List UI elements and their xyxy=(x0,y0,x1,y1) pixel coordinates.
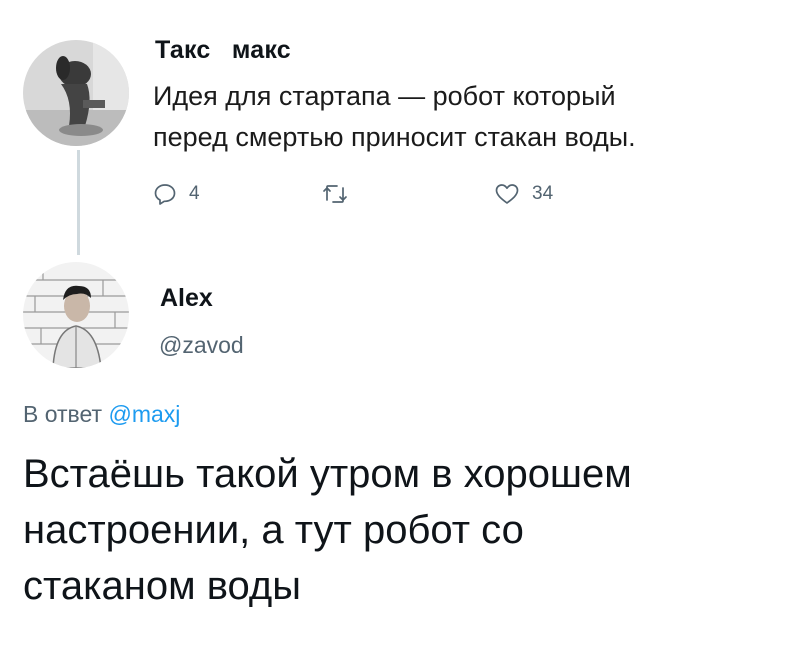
reply-to-line: В ответ @maxj xyxy=(23,401,180,428)
reply-to-mention-link[interactable]: @maxj xyxy=(108,401,180,427)
reply-text-line: Встаёшь такой утром в хорошем xyxy=(23,452,632,496)
reply-text-line: стаканом воды xyxy=(23,564,301,608)
reply-author-name[interactable]: Alex xyxy=(160,284,213,313)
reply-to-prefix: В ответ xyxy=(23,401,103,427)
person-avatar-icon xyxy=(23,262,129,368)
thread-line xyxy=(77,150,80,255)
author-name[interactable]: Такс макс xyxy=(155,36,291,65)
reply-count: 4 xyxy=(189,183,200,204)
dog-avatar-icon xyxy=(23,40,129,146)
retweet-button[interactable] xyxy=(322,182,360,206)
reply-author-handle[interactable]: @zavod xyxy=(159,332,244,359)
reply-author-avatar[interactable] xyxy=(23,262,129,368)
retweet-icon xyxy=(323,185,347,203)
reply-text-line: настроении, а тут робот со xyxy=(23,508,524,552)
tweet-text: Идея для стартапа — робот который перед … xyxy=(153,76,773,158)
like-count: 34 xyxy=(532,183,554,204)
tweet-text-line: перед смертью приносит стакан воды. xyxy=(153,122,636,152)
tweet-text-line: Идея для стартапа — робот который xyxy=(153,81,616,111)
reply-icon xyxy=(154,184,176,205)
reply-text: Встаёшь такой утром в хорошем настроении… xyxy=(23,446,793,614)
like-button[interactable]: 34 xyxy=(494,182,553,206)
heart-icon xyxy=(495,184,519,204)
author-avatar[interactable] xyxy=(23,40,129,146)
reply-button[interactable]: 4 xyxy=(153,182,200,206)
